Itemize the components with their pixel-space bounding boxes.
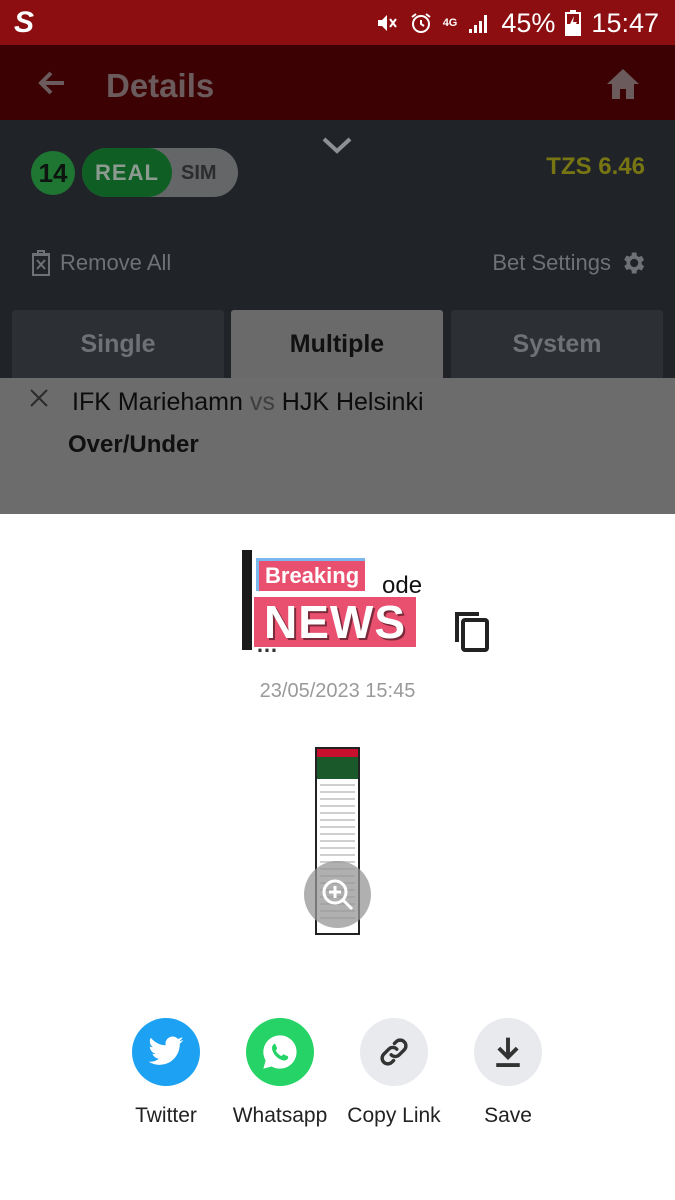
gear-icon xyxy=(624,252,645,274)
toggle-real[interactable]: REAL xyxy=(82,148,172,197)
real-sim-toggle[interactable]: REAL SIM xyxy=(82,148,238,197)
remove-all-button[interactable]: Remove All xyxy=(30,249,171,277)
tab-multiple[interactable]: Multiple xyxy=(231,310,443,378)
home-icon[interactable] xyxy=(605,67,641,101)
whatsapp-icon xyxy=(246,1018,314,1086)
zoom-in-icon xyxy=(322,879,353,910)
home-team: IFK Mariehamn xyxy=(72,388,243,416)
alarm-icon xyxy=(411,13,431,33)
network-type: 4G xyxy=(442,17,458,29)
share-label-save: Save xyxy=(484,1104,532,1127)
betslip-screen: Details 14 REAL SIM TZS 6.46 Remove All … xyxy=(0,45,675,515)
market-name: Over/Under xyxy=(68,431,199,458)
back-arrow-icon[interactable] xyxy=(36,67,68,99)
breaking-news-sticker-bottom: NEWS xyxy=(254,597,416,647)
link-icon xyxy=(360,1018,428,1086)
share-label-whatsapp: Whatsapp xyxy=(232,1104,328,1127)
twitter-icon xyxy=(132,1018,200,1086)
copy-icon[interactable] xyxy=(452,610,492,654)
close-icon[interactable] xyxy=(29,388,49,408)
vs-label: vs xyxy=(249,388,275,416)
share-twitter-button[interactable]: Twitter xyxy=(106,1018,226,1128)
status-icons: 4G 45% 15:47 xyxy=(375,6,659,40)
tab-system[interactable]: System xyxy=(451,310,663,378)
zoom-in-button[interactable] xyxy=(304,861,371,928)
selection-row: IFK Mariehamn vs HJK Helsinki Over/Under xyxy=(0,378,675,515)
away-team: HJK Helsinki xyxy=(281,388,424,416)
chevron-down-icon[interactable] xyxy=(320,133,354,157)
battery-charging-icon xyxy=(565,10,582,36)
status-bar: S 4G 45% 15:47 xyxy=(0,0,675,45)
copy-link-button[interactable]: Copy Link xyxy=(334,1018,454,1128)
page-title: Details xyxy=(106,67,215,104)
selection-count-badge: 14 xyxy=(31,151,75,195)
app-logo-icon: S xyxy=(14,6,35,39)
mute-icon xyxy=(377,15,397,31)
signal-icon xyxy=(469,15,488,33)
booking-code-area: ode … Breaking NEWS xyxy=(242,550,438,657)
match-name: IFK Mariehamn vs HJK Helsinki xyxy=(72,388,424,417)
toggle-sim[interactable]: SIM xyxy=(181,162,217,185)
bet-settings-button[interactable]: Bet Settings xyxy=(492,249,647,277)
share-label-twitter: Twitter xyxy=(135,1104,197,1127)
balance: TZS 6.46 xyxy=(546,153,645,180)
code-edge xyxy=(242,550,252,650)
bet-settings-label: Bet Settings xyxy=(492,250,611,275)
tab-single[interactable]: Single xyxy=(12,310,224,378)
app-bar: Details xyxy=(0,45,675,120)
remove-all-label: Remove All xyxy=(60,250,172,275)
share-whatsapp-button[interactable]: Whatsapp xyxy=(220,1018,340,1128)
download-icon xyxy=(474,1018,542,1086)
share-label-copy-link: Copy Link xyxy=(347,1104,441,1127)
breaking-news-sticker-top: Breaking xyxy=(256,558,366,591)
trash-icon xyxy=(32,250,50,276)
clock: 15:47 xyxy=(591,7,659,38)
share-date: 23/05/2023 15:45 xyxy=(259,680,416,702)
save-button[interactable]: Save xyxy=(448,1018,568,1128)
battery-percent: 45% xyxy=(501,7,556,38)
share-sheet: ode … Breaking NEWS 23/05/2023 15:45 Twi… xyxy=(0,514,675,1200)
